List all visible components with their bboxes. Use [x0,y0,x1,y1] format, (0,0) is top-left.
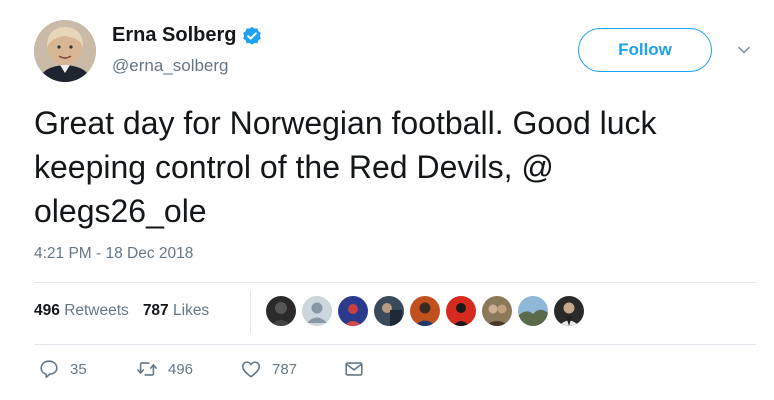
retweets-stat[interactable]: 496 Retweets [34,302,129,320]
likes-stat[interactable]: 787 Likes [143,302,209,320]
liker-avatar[interactable] [266,296,296,326]
verified-badge-icon [242,26,262,46]
action-bar: 35 496 787 [38,358,365,380]
liker-avatar[interactable] [302,296,332,326]
retweet-count: 496 [168,360,194,378]
reply-icon [40,360,58,379]
engagement-stats: 496 Retweets 787 Likes [34,302,209,320]
reply-count: 35 [70,360,87,378]
tweet-text-line-3: olegs26_ole [34,193,207,229]
like-count: 787 [272,360,298,378]
author-handle[interactable]: @erna_solberg [112,56,229,76]
liker-avatars [266,296,584,326]
envelope-icon [345,362,363,376]
liker-avatar[interactable] [410,296,440,326]
tweet-text-line-2: keeping control of the Red Devils, @ [34,149,554,185]
retweet-icon [137,362,157,376]
liker-avatar[interactable] [518,296,548,326]
likes-count: 787 [142,302,169,319]
liker-avatar[interactable] [554,296,584,326]
tweet-card: Erna Solberg @erna_solberg Follow Great … [0,0,774,400]
author-avatar[interactable] [34,20,96,82]
tweet-text: Great day for Norwegian football. Good l… [34,101,754,233]
divider-bottom [34,344,756,345]
author-name[interactable]: Erna Solberg [112,24,262,47]
liker-avatar[interactable] [482,296,512,326]
retweets-label: Retweets [64,302,129,319]
liker-avatar[interactable] [374,296,404,326]
liker-avatar[interactable] [446,296,476,326]
tweet-timestamp[interactable]: 4:21 PM - 18 Dec 2018 [34,245,193,263]
like-button[interactable]: 787 [240,358,343,380]
follow-button[interactable]: Follow [578,28,712,72]
reply-button[interactable]: 35 [38,358,136,380]
liker-avatar[interactable] [338,296,368,326]
direct-message-button[interactable] [343,358,365,380]
likes-label: Likes [173,302,210,319]
heart-icon [241,361,261,378]
author-name-text: Erna Solberg [112,24,237,46]
divider-top [34,282,756,283]
stats-divider [250,291,251,333]
chevron-down-icon[interactable] [736,42,752,58]
retweets-count: 496 [34,302,60,319]
tweet-text-line-1: Great day for Norwegian football. Good l… [34,105,657,141]
retweet-button[interactable]: 496 [136,358,240,380]
